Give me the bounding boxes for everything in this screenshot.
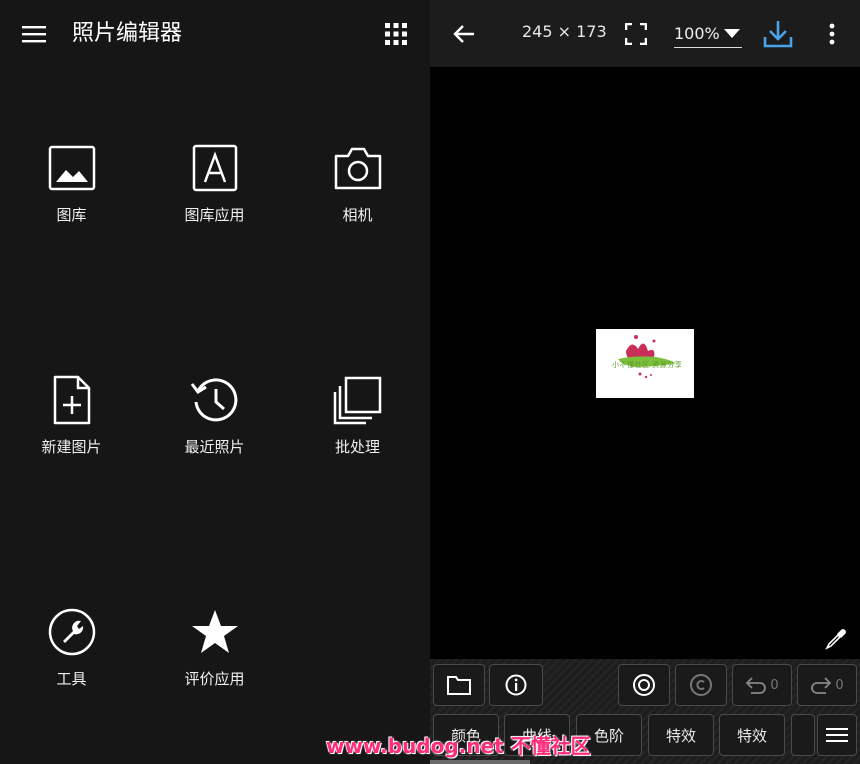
tile-label: 工具	[56, 670, 87, 688]
copyright-button[interactable]	[675, 664, 727, 706]
undo-count: 0	[770, 677, 779, 693]
eyedropper-icon	[825, 629, 846, 650]
gallery-icon	[44, 140, 100, 196]
tile-label: 图库	[56, 206, 87, 224]
target-button[interactable]	[618, 664, 670, 706]
gallery-app-icon	[187, 140, 243, 196]
redo-button[interactable]: 0	[797, 664, 857, 706]
arrow-left-icon	[453, 25, 474, 43]
tile-label: 评价应用	[184, 670, 245, 688]
back-button[interactable]	[448, 18, 480, 50]
fit-screen-button[interactable]	[620, 18, 652, 50]
editor-panel: 245 × 173 100% 小不懂社区 资源分享 0 0 颜色 曲线 色阶 特…	[430, 0, 860, 764]
image-dimensions: 245 × 173	[522, 22, 607, 41]
color-picker-button[interactable]	[822, 625, 850, 653]
apps-grid-button[interactable]	[380, 18, 412, 50]
history-icon	[187, 372, 243, 428]
tile-batch[interactable]: 批处理	[286, 372, 429, 492]
undo-icon	[746, 677, 767, 694]
editor-app-bar: 245 × 173 100%	[430, 0, 860, 67]
more-options-button[interactable]	[820, 18, 844, 50]
redo-icon	[811, 677, 832, 694]
home-app-bar: 照片编辑器	[0, 0, 430, 67]
scroll-indicator	[430, 760, 530, 764]
tile-label: 新建图片	[41, 438, 102, 456]
tile-tools[interactable]: 工具	[0, 604, 143, 724]
zoom-select[interactable]: 100%	[674, 20, 742, 48]
zoom-value: 100%	[674, 24, 720, 43]
info-button[interactable]	[489, 664, 543, 706]
tile-recent[interactable]: 最近照片	[143, 372, 286, 492]
image-canvas[interactable]: 小不懂社区 资源分享	[430, 67, 860, 659]
image-thumbnail[interactable]: 小不懂社区 资源分享	[596, 329, 694, 398]
star-icon	[187, 604, 243, 660]
chevron-down-icon	[723, 29, 740, 38]
folder-icon	[447, 676, 471, 695]
menu-button[interactable]	[18, 18, 50, 50]
tile-label: 图库应用	[184, 206, 245, 224]
watermark: www.budog.net 不懂社区	[326, 733, 591, 758]
thumbnail-caption: 小不懂社区 资源分享	[612, 361, 683, 369]
hamburger-icon	[22, 26, 46, 43]
camera-icon	[330, 140, 386, 196]
copyright-icon	[690, 674, 712, 696]
home-panel: 照片编辑器 图库 图库应用 相机 新建图片 最近照片 批处理 工具 评价应用	[0, 0, 430, 764]
tile-gallery[interactable]: 图库	[0, 140, 143, 260]
fullscreen-icon	[625, 23, 647, 45]
apps-grid-icon	[385, 23, 407, 45]
wrench-icon	[44, 604, 100, 660]
open-folder-button[interactable]	[433, 664, 485, 706]
tile-label: 最近照片	[184, 438, 245, 456]
redo-count: 0	[835, 677, 844, 693]
undo-button[interactable]: 0	[732, 664, 792, 706]
info-icon	[505, 674, 527, 696]
tile-rate-app[interactable]: 评价应用	[143, 604, 286, 724]
tile-label: 批处理	[334, 438, 380, 456]
target-icon	[633, 674, 655, 696]
tile-label: 相机	[342, 206, 373, 224]
tile-camera[interactable]: 相机	[286, 140, 429, 260]
more-vert-icon	[829, 23, 835, 45]
batch-icon	[330, 372, 386, 428]
download-icon	[763, 21, 793, 48]
app-title: 照片编辑器	[72, 21, 183, 46]
tile-gallery-app[interactable]: 图库应用	[143, 140, 286, 260]
tile-new-image[interactable]: 新建图片	[0, 372, 143, 492]
new-image-icon	[44, 372, 100, 428]
download-button[interactable]	[760, 16, 796, 52]
